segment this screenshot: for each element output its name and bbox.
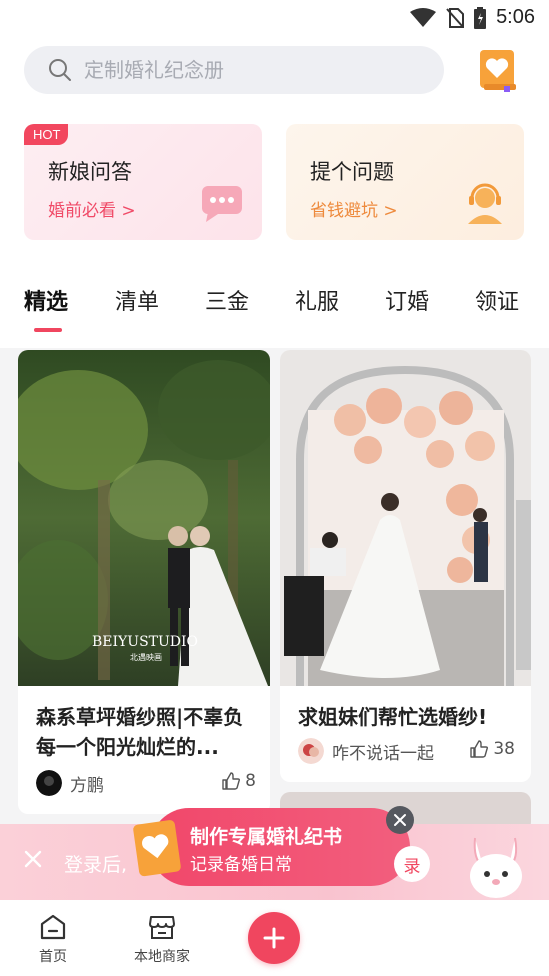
author-name: 咋不说话一起 xyxy=(332,743,434,764)
bride-qa-subtitle: 婚前必看 > xyxy=(48,201,136,221)
album-book-icon[interactable] xyxy=(478,48,518,92)
chat-bubble-icon xyxy=(202,186,242,222)
login-button[interactable]: 录 xyxy=(394,846,430,882)
nav-home-label: 首页 xyxy=(39,949,67,965)
like-count: 38 xyxy=(493,739,515,759)
promo-close-button[interactable] xyxy=(386,806,414,834)
bride-qa-title: 新娘问答 xyxy=(48,160,132,184)
active-tab-indicator xyxy=(34,328,62,332)
search-bar[interactable] xyxy=(24,46,444,94)
thumb-up-icon xyxy=(222,772,241,790)
category-tabs: 精选 清单 三金 礼服 订婚 领证 xyxy=(0,278,549,338)
close-icon[interactable] xyxy=(22,848,44,870)
avatar xyxy=(298,738,324,764)
wedding-book-promo[interactable]: 制作专属婚礼纪书 记录备婚日常 xyxy=(133,806,414,886)
hot-badge: HOT xyxy=(24,124,69,145)
feed-title[interactable]: 森系草坪婚纱照|不辜负每一个阳光灿烂的... xyxy=(36,702,256,762)
create-post-button[interactable] xyxy=(248,912,300,964)
home-icon xyxy=(40,914,66,940)
tab-dress[interactable]: 礼服 xyxy=(295,284,339,316)
plus-icon xyxy=(263,927,285,949)
ask-question-card[interactable]: 提个问题 省钱避坑 > xyxy=(286,124,524,240)
author-name: 方鹏 xyxy=(70,775,104,796)
like-button[interactable]: 38 xyxy=(469,739,515,759)
nav-home[interactable]: 首页 xyxy=(38,912,68,966)
author[interactable]: 方鹏 xyxy=(36,770,104,796)
bride-qa-card[interactable]: HOT 新娘问答 婚前必看 > xyxy=(24,124,262,240)
wifi-icon xyxy=(410,7,437,27)
promo-subtitle: 记录备婚日常 xyxy=(190,855,292,875)
tab-featured[interactable]: 精选 xyxy=(24,284,68,316)
photo-watermark-sub: 北遇映画 xyxy=(130,652,162,662)
battery-icon xyxy=(474,6,487,29)
store-icon xyxy=(149,916,175,939)
album-book-icon xyxy=(133,820,181,877)
login-banner-text: 登录后, xyxy=(64,854,128,876)
tab-marriage-license[interactable]: 领证 xyxy=(475,284,519,316)
wedding-photo-garden[interactable]: BEIYUSTUDIO 北遇映画 xyxy=(18,350,270,686)
tab-engagement[interactable]: 订婚 xyxy=(385,284,429,316)
ask-question-title: 提个问题 xyxy=(310,160,394,184)
search-input[interactable] xyxy=(82,57,406,83)
avatar xyxy=(36,770,62,796)
close-icon xyxy=(394,814,406,826)
status-time: 5:06 xyxy=(496,6,535,28)
like-button[interactable]: 8 xyxy=(221,771,256,791)
author[interactable]: 咋不说话一起 xyxy=(298,738,434,764)
status-icons: 5:06 xyxy=(410,6,535,29)
mascot-bunny-icon xyxy=(470,837,522,898)
header-area: HOT 新娘问答 婚前必看 > 提个问题 省钱避坑 > 精选 清单 三金 礼服 … xyxy=(0,38,549,348)
feed-title[interactable]: 求姐妹们帮忙选婚纱! xyxy=(298,702,517,732)
feed-card[interactable]: 求姐妹们帮忙选婚纱! 咋不说话一起 38 xyxy=(280,350,531,782)
nav-local-merchants[interactable]: 本地商家 xyxy=(134,912,190,966)
wedding-dress-shop-photo[interactable] xyxy=(280,350,531,686)
bottom-nav: 首页 本地商家 xyxy=(0,900,549,976)
promo-title: 制作专属婚礼纪书 xyxy=(190,826,343,848)
status-bar: 5:06 xyxy=(0,0,549,38)
like-count: 8 xyxy=(245,771,256,791)
ask-question-subtitle: 省钱避坑 > xyxy=(310,201,398,221)
tab-checklist[interactable]: 清单 xyxy=(115,284,159,316)
search-icon xyxy=(49,59,71,81)
feed-card[interactable]: BEIYUSTUDIO 北遇映画 森系草坪婚纱照|不辜负每一个阳光灿烂的... … xyxy=(18,350,270,814)
no-sim-icon xyxy=(446,7,465,28)
photo-watermark: BEIYUSTUDIO xyxy=(92,634,198,650)
nav-local-label: 本地商家 xyxy=(134,949,190,965)
support-agent-icon xyxy=(468,183,502,224)
thumb-up-icon xyxy=(470,740,489,758)
tab-gold[interactable]: 三金 xyxy=(205,284,249,316)
